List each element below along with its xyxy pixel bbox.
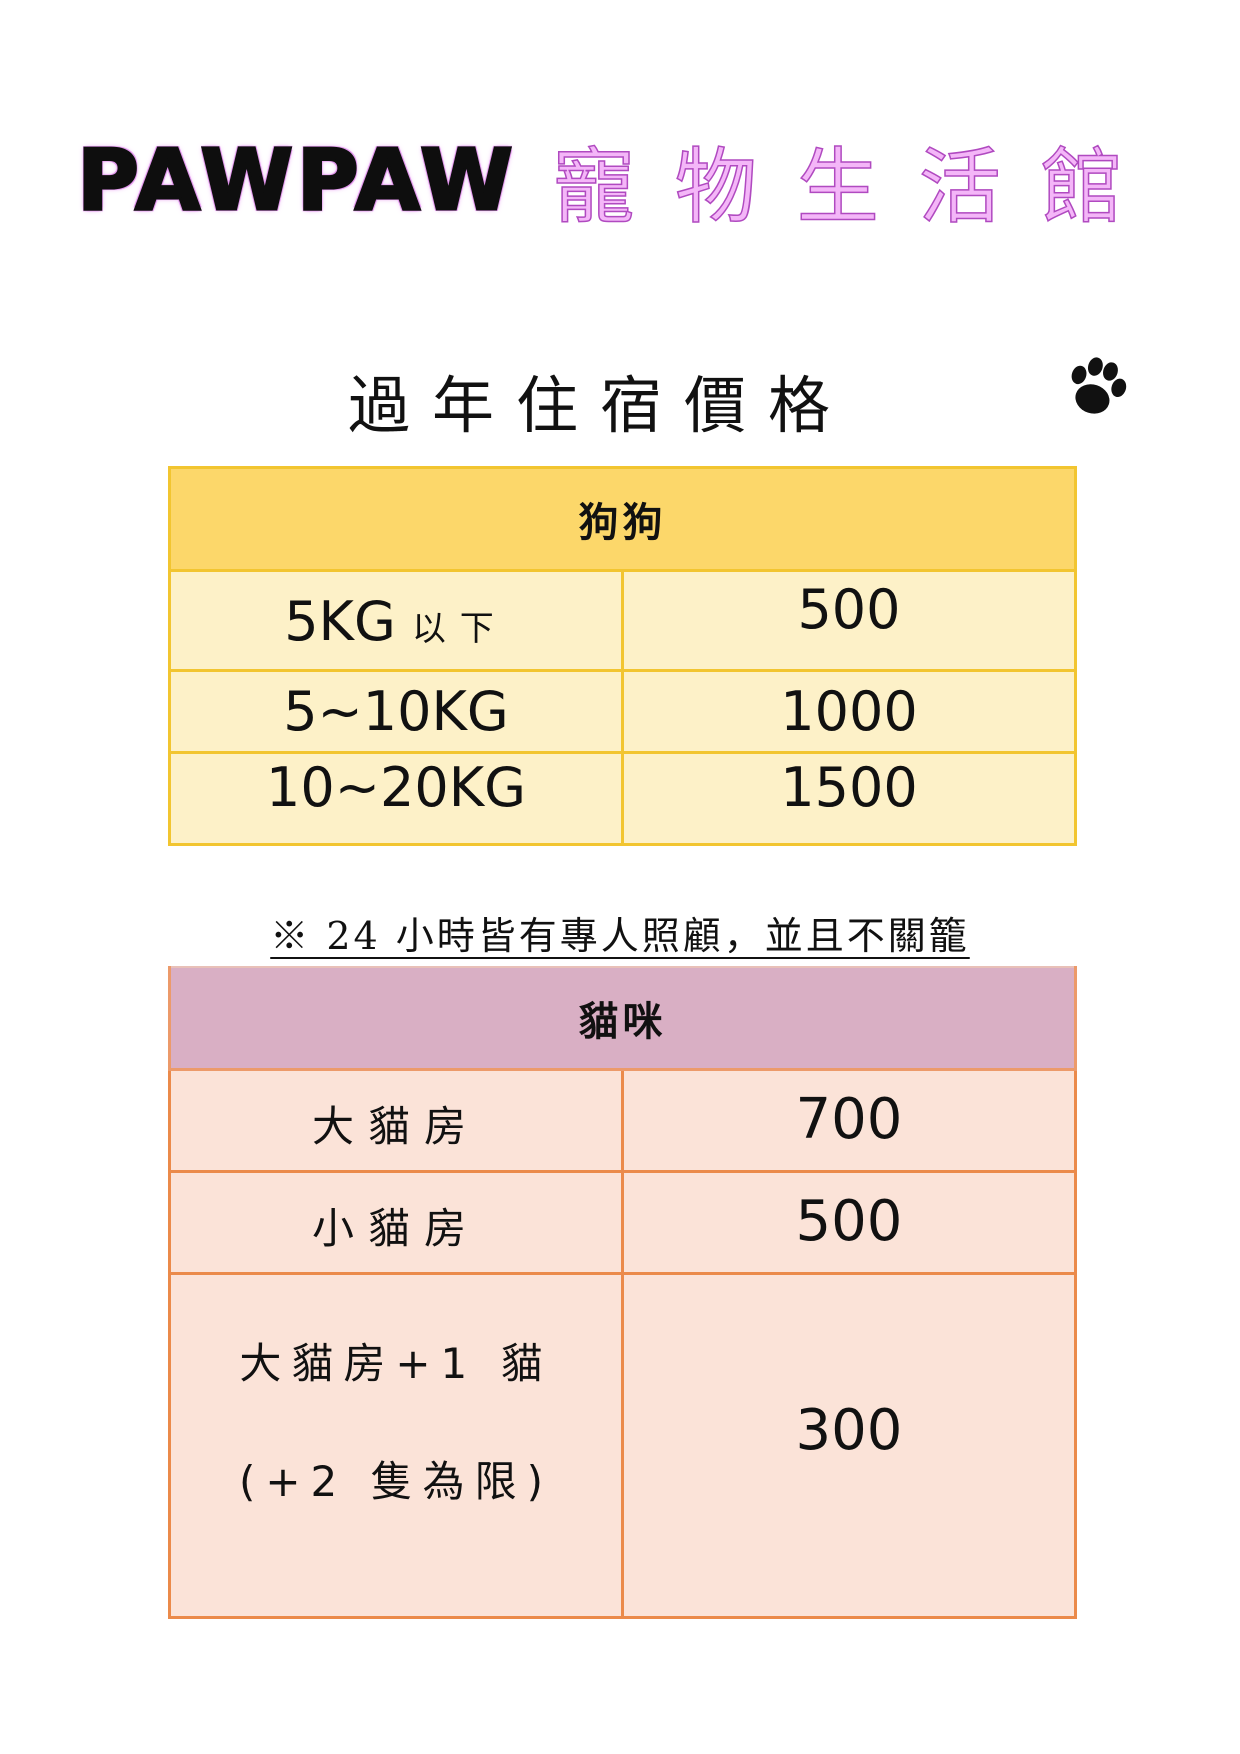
table-row: 小貓房 500 [168, 1170, 1077, 1275]
weight-suffix: 以下 [411, 609, 508, 649]
table-row: 大貓房+1 貓 (+2 隻為限) 300 [168, 1272, 1077, 1619]
weight-value: 5KG [284, 590, 396, 653]
dog-price-table: 狗狗 5KG 以下 500 5~10KG 1000 10~20KG 1500 [168, 466, 1077, 846]
cat-table-header: 貓咪 [168, 966, 1077, 1071]
weight-label: 10~20KG [168, 751, 624, 846]
table-row: 10~20KG 1500 [168, 751, 1077, 846]
care-note: ※ 24 小時皆有專人照顧，並且不關籠 [0, 905, 1240, 960]
price-cell: 500 [621, 1170, 1077, 1275]
brand-name-latin: PAWPAW [76, 129, 517, 230]
room-label-line2: (+2 隻為限) [238, 1457, 554, 1506]
room-label: 小貓房 [168, 1170, 624, 1275]
brand-name-chinese: 寵物生活館 [552, 139, 1163, 236]
room-label: 大貓房 [168, 1068, 624, 1173]
weight-label: 5~10KG [168, 669, 624, 754]
price-cell: 700 [621, 1068, 1077, 1173]
price-flyer-page: PAWPAW 寵物生活館 過年住宿價格 狗狗 5KG 以下 500 5~10KG 1… [0, 0, 1240, 1754]
page-title-text: 過年住宿價格 [347, 369, 852, 442]
table-row: 5KG 以下 500 [168, 569, 1077, 672]
paw-print-icon [1071, 357, 1127, 414]
price-cell: 300 [621, 1272, 1077, 1619]
table-row: 大貓房 700 [168, 1068, 1077, 1173]
cat-price-table: 貓咪 大貓房 700 小貓房 500 大貓房+1 貓 (+2 隻為限) 300 [168, 966, 1077, 1619]
care-note-text: ※ 24 小時皆有專人照顧，並且不關籠 [270, 914, 970, 958]
table-row: 5~10KG 1000 [168, 669, 1077, 754]
weight-label: 5KG 以下 [168, 569, 624, 672]
price-cell: 500 [621, 569, 1077, 672]
price-cell: 1000 [621, 669, 1077, 754]
room-label-line1: 大貓房+1 貓 [239, 1339, 553, 1388]
price-cell: 1500 [621, 751, 1077, 846]
dog-table-header: 狗狗 [168, 466, 1077, 572]
page-title: 過年住宿價格 [0, 355, 1240, 445]
brand-header: PAWPAW 寵物生活館 [0, 120, 1240, 239]
room-label: 大貓房+1 貓 (+2 隻為限) [168, 1272, 624, 1619]
